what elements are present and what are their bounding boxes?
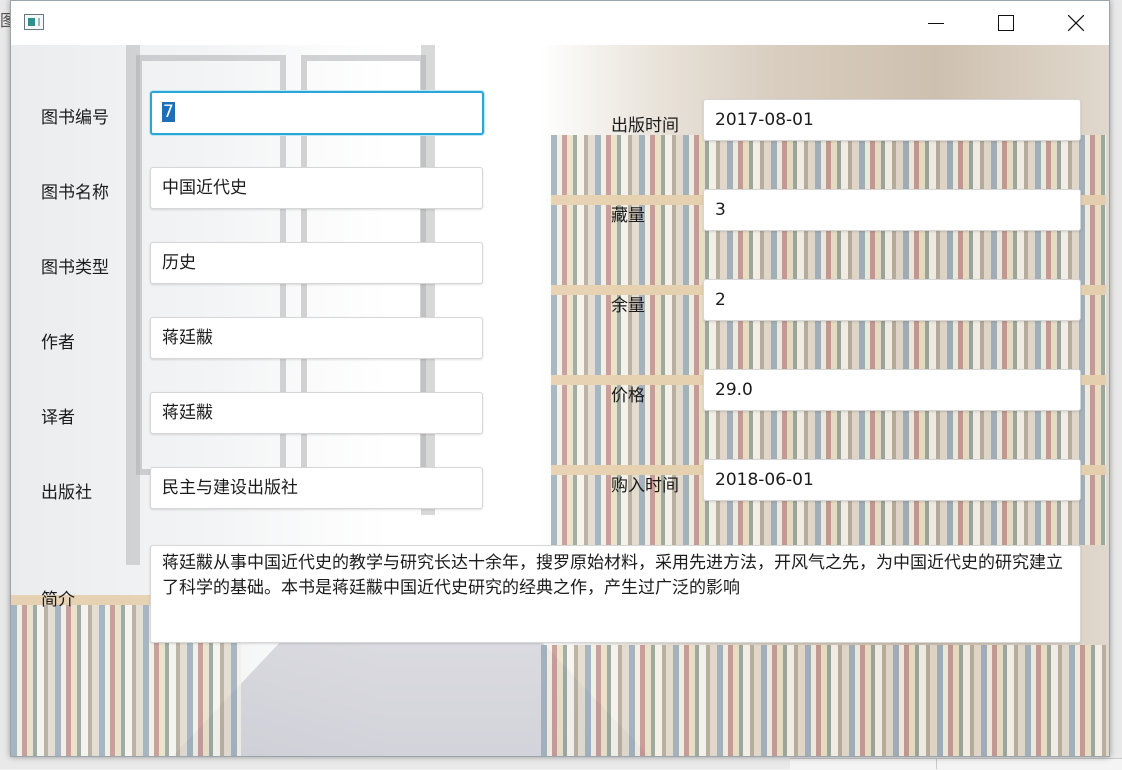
publish-date-label: 出版时间 xyxy=(611,116,679,136)
form-area: 图书编号 7 图书名称 中国近代史 图书类型 历史 作者 蒋廷黻 译者 蒋廷黻 … xyxy=(11,45,1109,756)
publish-date-field[interactable]: 2017-08-01 xyxy=(703,99,1081,141)
background-window-divider xyxy=(936,758,937,769)
close-icon xyxy=(1068,15,1084,31)
minimize-button[interactable] xyxy=(901,1,971,45)
summary-label: 简介 xyxy=(41,590,75,610)
book-name-field[interactable]: 中国近代史 xyxy=(150,167,483,209)
stock-field[interactable]: 3 xyxy=(703,189,1081,231)
book-name-label: 图书名称 xyxy=(41,183,109,203)
price-label: 价格 xyxy=(611,386,645,406)
book-type-label: 图书类型 xyxy=(41,258,109,278)
background-window-edge xyxy=(790,758,1122,770)
minimize-icon xyxy=(928,23,944,24)
publisher-field[interactable]: 民主与建设出版社 xyxy=(150,467,483,509)
author-field[interactable]: 蒋廷黻 xyxy=(150,317,483,359)
close-button[interactable] xyxy=(1041,1,1109,45)
remaining-field[interactable]: 2 xyxy=(703,279,1081,321)
maximize-button[interactable] xyxy=(971,1,1041,45)
book-detail-window: 图书编号 7 图书名称 中国近代史 图书类型 历史 作者 蒋廷黻 译者 蒋廷黻 … xyxy=(10,0,1110,757)
stock-label: 藏量 xyxy=(611,206,645,226)
summary-textarea[interactable]: 蒋廷黻从事中国近代史的教学与研究长达十余年，搜罗原始材料，采用先进方法，开风气之… xyxy=(150,545,1081,643)
book-type-field[interactable]: 历史 xyxy=(150,242,483,284)
maximize-icon xyxy=(998,15,1014,31)
title-bar[interactable] xyxy=(11,1,1109,45)
book-id-label: 图书编号 xyxy=(41,108,109,128)
background-window-title-fragment: 图 xyxy=(0,11,10,30)
purchase-date-field[interactable]: 2018-06-01 xyxy=(703,459,1081,501)
translator-label: 译者 xyxy=(41,408,75,428)
app-icon xyxy=(24,14,44,30)
remaining-label: 余量 xyxy=(611,296,645,316)
book-id-value: 7 xyxy=(162,102,175,122)
purchase-date-label: 购入时间 xyxy=(611,476,679,496)
translator-field[interactable]: 蒋廷黻 xyxy=(150,392,483,434)
publisher-label: 出版社 xyxy=(41,483,92,503)
price-field[interactable]: 29.0 xyxy=(703,369,1081,411)
author-label: 作者 xyxy=(41,333,75,353)
book-id-field[interactable]: 7 xyxy=(150,91,484,135)
